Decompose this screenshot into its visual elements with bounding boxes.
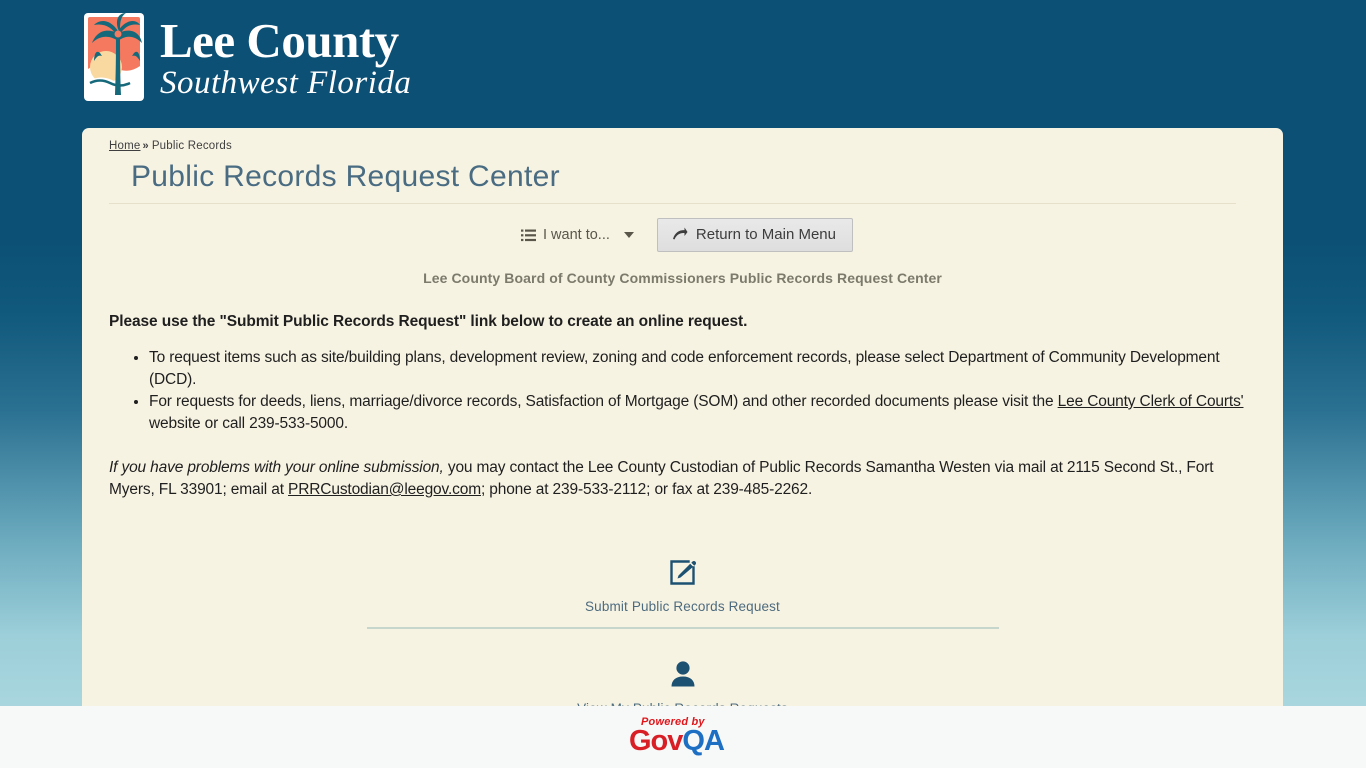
site-logo-link[interactable]: Lee County Southwest Florida: [82, 11, 411, 103]
breadcrumb: Home» Public Records: [109, 140, 1256, 152]
list-item-text-tail: website or call 239-533-5000.: [149, 415, 348, 432]
return-to-main-menu-button[interactable]: Return to Main Menu: [656, 218, 853, 252]
logo-title-line1: Lee County: [160, 13, 399, 68]
toolbar: I want to... Return to Main Menu: [109, 218, 1256, 252]
govqa-qa-text: QA: [682, 725, 724, 757]
instruction-list: To request items such as site/building p…: [109, 347, 1256, 435]
contact-emphasis: If you have problems with your online su…: [109, 459, 444, 476]
contact-text-2: ; phone at 239-533-2112; or fax at 239-4…: [480, 481, 813, 498]
section-subtitle: Lee County Board of County Commissioners…: [423, 270, 942, 286]
content-card: Home» Public Records Public Records Reque…: [82, 128, 1283, 706]
i-want-to-dropdown[interactable]: I want to...: [512, 222, 643, 248]
action-label: Submit Public Records Request: [585, 599, 780, 614]
person-icon: [671, 661, 694, 687]
submit-public-records-request-action[interactable]: Submit Public Records Request: [366, 527, 999, 629]
contact-paragraph: If you have problems with your online su…: [109, 457, 1256, 501]
chevron-down-icon: [623, 232, 634, 238]
action-panel-list: Submit Public Records Request View My Pu…: [366, 527, 999, 706]
list-item-text: For requests for deeds, liens, marriage/…: [149, 393, 1058, 410]
govqa-logo-link[interactable]: Powered by GovQA: [629, 715, 737, 759]
logo-title-line2: Southwest Florida: [160, 65, 412, 101]
breadcrumb-home-link[interactable]: Home: [109, 140, 140, 152]
govqa-gov-text: Gov: [629, 725, 683, 757]
breadcrumb-current: Public Records: [151, 140, 232, 152]
clerk-of-courts-link[interactable]: Lee County Clerk of Courts': [1058, 393, 1244, 410]
palm-tree-sun-logo-icon: [84, 13, 144, 101]
govqa-wordmark: GovQA: [629, 725, 725, 757]
page-title-container: Public Records Request Center: [109, 160, 1236, 204]
edit-square-pencil-icon: [670, 560, 697, 585]
list-lines-icon: [521, 229, 536, 241]
view-my-public-records-requests-action[interactable]: View My Public Records Requests: [367, 629, 999, 706]
site-footer: Powered by GovQA: [0, 706, 1366, 768]
lead-instruction: Please use the "Submit Public Records Re…: [109, 313, 748, 330]
custodian-email-link[interactable]: PRRCustodian@leegov.com: [288, 481, 481, 498]
breadcrumb-separator-icon: »: [142, 140, 149, 152]
site-header: Lee County Southwest Florida: [0, 0, 1366, 128]
list-item-text: To request items such as site/building p…: [149, 349, 1220, 388]
list-item: For requests for deeds, liens, marriage/…: [149, 391, 1256, 435]
arrow-up-right-icon: [672, 227, 688, 240]
list-item: To request items such as site/building p…: [149, 347, 1256, 391]
return-to-main-menu-label: Return to Main Menu: [695, 226, 836, 243]
page-title: Public Records Request Center: [131, 160, 560, 193]
i-want-to-label: I want to...: [543, 227, 610, 243]
